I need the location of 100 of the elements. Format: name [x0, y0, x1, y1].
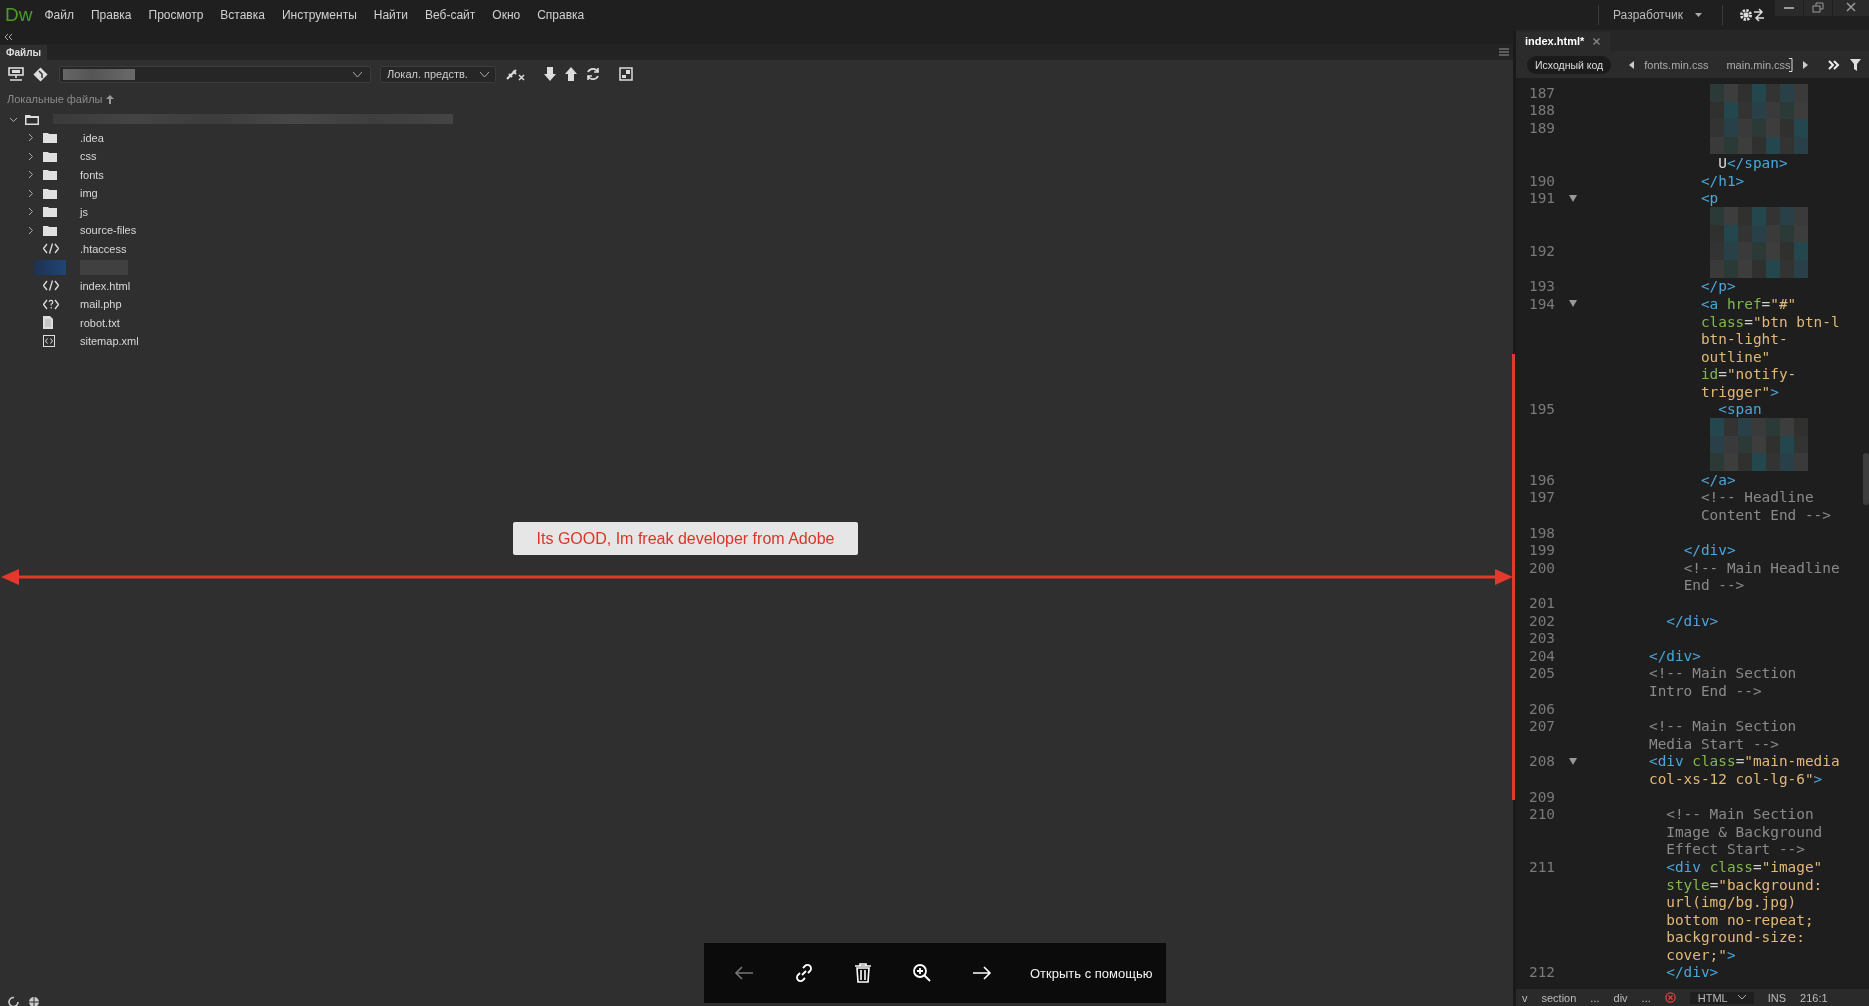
line-number: 210: [1529, 806, 1555, 823]
document-tab[interactable]: index.html*: [1516, 32, 1611, 51]
minimize-icon[interactable]: [1775, 0, 1803, 16]
file-name[interactable]: .htaccess: [80, 242, 127, 255]
fold-arrow-icon[interactable]: [1569, 300, 1577, 308]
code-line: Image & Background: [1666, 823, 1823, 840]
code-line: <!-- Main Headline: [1683, 559, 1840, 576]
open-with-button[interactable]: Открыть с помощью: [1030, 965, 1153, 981]
code-line: </div>: [1666, 964, 1719, 981]
file-name[interactable]: robot.txt: [80, 316, 120, 329]
caret-icon: [480, 71, 489, 77]
file-name[interactable]: sitemap.xml: [80, 335, 139, 348]
restore-icon[interactable]: [1804, 0, 1832, 16]
line-number: 199: [1529, 542, 1555, 559]
menu-item[interactable]: Справка: [537, 8, 585, 22]
file-name[interactable]: css: [80, 150, 97, 163]
chevron-icon[interactable]: [26, 133, 35, 143]
source-code-button[interactable]: Исходный код: [1527, 55, 1612, 74]
code-line: col-xs-12 col-lg-6">: [1648, 770, 1823, 787]
folder-icon: [25, 113, 39, 125]
xml-file-icon: [43, 335, 55, 348]
code-file-icon: [43, 243, 59, 255]
fold-arrow-icon[interactable]: [1569, 194, 1577, 202]
line-number: 193: [1529, 278, 1555, 295]
line-number: 203: [1529, 630, 1555, 647]
close-icon[interactable]: [1833, 0, 1869, 16]
folder-icon: [43, 169, 57, 181]
file-name[interactable]: mail.php: [80, 298, 122, 311]
workspace-switcher[interactable]: Разработчик: [1613, 8, 1683, 22]
globe-icon[interactable]: [28, 996, 40, 1006]
related-file-link[interactable]: main.min.css: [1726, 58, 1791, 71]
fold-arrow-icon[interactable]: [1569, 757, 1577, 765]
collapse-icon[interactable]: [5, 34, 13, 40]
scroll-left-icon[interactable]: [1629, 60, 1635, 69]
disconnect-icon[interactable]: [505, 67, 525, 81]
text-file-icon: [43, 316, 53, 330]
upload-icon[interactable]: [565, 67, 577, 81]
menu-item[interactable]: Окно: [492, 8, 521, 22]
code-line: </div>: [1683, 542, 1736, 559]
code-line: style="background:: [1666, 876, 1823, 893]
chevron-icon[interactable]: [26, 170, 35, 180]
settings-icon[interactable]: [1739, 8, 1765, 22]
error-icon[interactable]: [1664, 992, 1676, 1003]
close-icon[interactable]: [1593, 37, 1601, 45]
language-dropdown[interactable]: HTML: [1689, 991, 1754, 1004]
related-file-link[interactable]: fonts.min.css: [1644, 58, 1709, 71]
menu-icon[interactable]: [1499, 48, 1509, 56]
line-number: 197: [1529, 489, 1555, 506]
code-line: url(img/bg.jpg): [1666, 894, 1797, 911]
code-line: <div class="image": [1666, 858, 1823, 875]
menu-item[interactable]: Файл: [44, 8, 74, 22]
menu-item[interactable]: Правка: [90, 8, 132, 22]
forward-arrow-icon[interactable]: [972, 965, 992, 981]
breadcrumb[interactable]: v: [1522, 991, 1528, 1004]
chevron-icon[interactable]: [26, 188, 35, 198]
menu-item[interactable]: Инструменты: [281, 8, 357, 22]
code-line: background-size:: [1666, 929, 1805, 946]
file-name[interactable]: source-files: [80, 224, 137, 237]
panel-tab[interactable]: Файлы: [0, 45, 48, 60]
code-line: outline": [1700, 348, 1771, 365]
refresh-icon[interactable]: [8, 996, 20, 1006]
download-icon[interactable]: [544, 67, 556, 81]
zoom-in-icon[interactable]: [912, 963, 932, 983]
site-dropdown[interactable]: [59, 65, 371, 83]
breadcrumb[interactable]: ...: [1590, 991, 1600, 1004]
line-number: 200: [1529, 559, 1555, 576]
view-dropdown[interactable]: Локал. предств.: [380, 65, 496, 83]
file-name[interactable]: index.html: [80, 279, 131, 292]
trash-icon[interactable]: [854, 963, 872, 983]
code-line: <!-- Main Section: [1648, 718, 1797, 735]
cursor-position: 216:1: [1800, 991, 1828, 1004]
menu-item[interactable]: Просмотр: [148, 8, 204, 22]
breadcrumb[interactable]: section: [1541, 991, 1577, 1004]
folder-icon: [43, 206, 57, 218]
expand-icon[interactable]: [619, 67, 633, 81]
menu-item[interactable]: Найти: [373, 8, 408, 22]
file-name[interactable]: fonts: [80, 168, 104, 181]
file-name[interactable]: img: [80, 187, 98, 200]
server-icon[interactable]: [8, 67, 24, 81]
breadcrumb[interactable]: ...: [1641, 991, 1651, 1004]
file-name[interactable]: js: [80, 205, 88, 218]
menu-item[interactable]: Веб-сайт: [425, 8, 476, 22]
line-number: 212: [1529, 964, 1555, 981]
code-line: cover;">: [1666, 946, 1736, 963]
sort-arrow-icon[interactable]: [106, 94, 115, 104]
chevron-icon[interactable]: [26, 225, 35, 235]
scroll-right-icon[interactable]: [1802, 60, 1808, 69]
refresh-icon[interactable]: [586, 67, 600, 81]
filter-icon[interactable]: [1849, 58, 1861, 71]
more-icon[interactable]: [1827, 59, 1840, 70]
chevron-icon[interactable]: [26, 207, 35, 217]
menu-item[interactable]: Вставка: [220, 8, 265, 22]
chevron-icon[interactable]: [26, 151, 35, 161]
scrollbar-thumb[interactable]: [1863, 453, 1869, 505]
link-icon[interactable]: [794, 963, 814, 983]
file-name[interactable]: .idea: [80, 131, 104, 144]
code-line: <span: [1718, 401, 1762, 418]
breadcrumb[interactable]: div: [1613, 991, 1628, 1004]
code-line: </div>: [1648, 647, 1701, 664]
caret-icon[interactable]: [1695, 13, 1702, 17]
